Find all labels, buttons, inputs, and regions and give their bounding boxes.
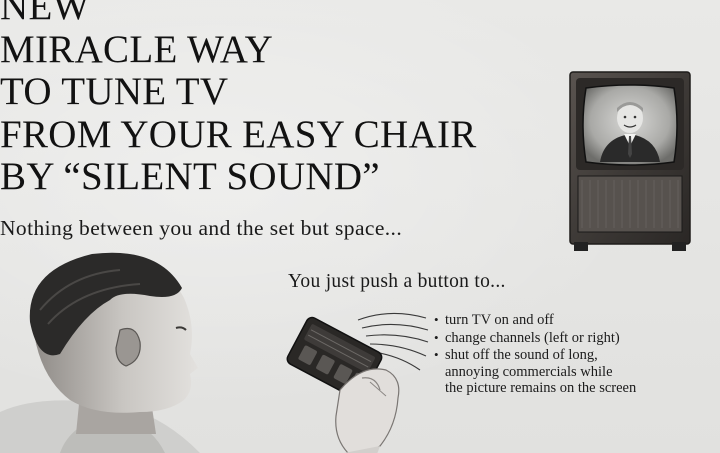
headline-line-1: NEW [0, 0, 90, 28]
feature-item: shut off the sound of long, annoying com… [434, 347, 636, 397]
intro-text: You just push a button to... [288, 271, 506, 292]
feature-item: change channels (left or right) [434, 330, 636, 347]
feature-item: turn TV on and off [434, 312, 636, 329]
headline-line-4: FROM YOUR EASY CHAIR [0, 112, 477, 156]
remote-control-illustration [286, 312, 429, 453]
headline-line-3: TO TUNE TV [0, 70, 229, 113]
feature-list: turn TV on and off change channels (left… [434, 312, 636, 398]
headline-line-2: MIRACLE WAY [0, 27, 274, 71]
subhead: Nothing between you and the set but spac… [0, 216, 403, 240]
headline: NEW MIRACLE WAY TO TUNE TV FROM YOUR EAS… [0, 0, 477, 199]
television-illustration [569, 71, 691, 251]
man-profile-illustration [0, 252, 200, 453]
headline-line-5: BY “SILENT SOUND” [0, 155, 380, 198]
